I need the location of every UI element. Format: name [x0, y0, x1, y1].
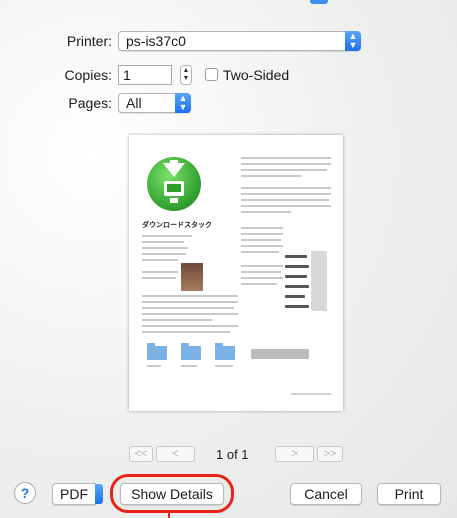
- printer-select-value: ps-is37c0: [126, 33, 186, 49]
- window-top-accent: [310, 0, 328, 4]
- preview-shelf-image: [251, 349, 309, 359]
- page-indicator: 1 of 1: [216, 447, 249, 462]
- first-page-button[interactable]: <<: [129, 446, 153, 462]
- highlight-pointer: [168, 512, 170, 518]
- pdf-menu-dropdown[interactable]: [95, 484, 103, 504]
- print-button[interactable]: Print: [377, 483, 441, 505]
- folder-icon: [181, 343, 201, 360]
- help-button[interactable]: ?: [14, 482, 36, 504]
- last-page-button[interactable]: >>: [317, 446, 343, 462]
- chevron-updown-icon: ▲ ▼: [175, 93, 191, 113]
- printer-select[interactable]: ps-is37c0 ▲ ▼: [118, 31, 361, 51]
- copies-field[interactable]: 1: [118, 65, 172, 85]
- folder-icon: [215, 343, 235, 360]
- pages-select[interactable]: All ▲ ▼: [118, 93, 191, 113]
- copies-label: Copies:: [64, 67, 112, 83]
- cancel-button[interactable]: Cancel: [290, 483, 362, 505]
- previous-page-button[interactable]: <: [156, 446, 195, 462]
- folder-icon: [147, 343, 167, 360]
- show-details-highlight: [110, 474, 234, 513]
- preview-page-footer: [291, 393, 331, 395]
- next-page-button[interactable]: >: [275, 446, 314, 462]
- pages-select-value: All: [126, 95, 142, 111]
- preview-photo: [181, 263, 203, 291]
- copies-stepper[interactable]: ▲ ▼: [180, 65, 192, 85]
- preview-doc-title: ダウンロードスタック: [142, 222, 212, 229]
- two-sided-label[interactable]: Two-Sided: [223, 67, 289, 83]
- two-sided-checkbox[interactable]: [205, 68, 218, 81]
- printer-label: Printer:: [66, 33, 112, 49]
- download-stack-icon: [147, 157, 201, 211]
- pdf-button[interactable]: PDF: [52, 483, 96, 505]
- print-preview-page: ダウンロードスタック: [129, 135, 343, 411]
- pages-label: Pages:: [68, 95, 112, 111]
- chevron-updown-icon: ▲ ▼: [345, 31, 361, 51]
